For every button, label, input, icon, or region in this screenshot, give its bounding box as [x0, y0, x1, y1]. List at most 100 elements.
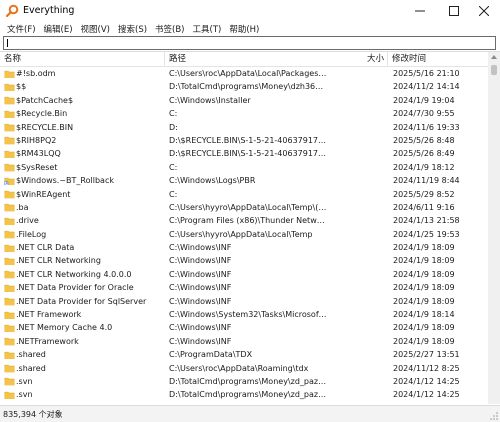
file-name: $RM43LQQ	[16, 149, 61, 159]
result-row[interactable]: .drive C:\Program Files (x86)\Thunder Net…	[0, 214, 488, 227]
file-name: .svn	[16, 390, 33, 400]
title-bar[interactable]: Everything	[0, 0, 500, 22]
result-row[interactable]: .NET CLR Networking 4.0.0.0 C:\Windows\IN…	[0, 268, 488, 281]
search-input[interactable]	[3, 36, 496, 50]
result-row[interactable]: $RIH8PQ2 D:\$RECYCLE.BIN\S-1-5-21-4063791…	[0, 134, 488, 147]
file-path: C:	[169, 189, 178, 199]
file-size	[330, 147, 385, 160]
vertical-scrollbar[interactable]	[488, 52, 500, 404]
result-row[interactable]: .NETFramework C:\Windows\INF 2024/1/9 18:0…	[0, 335, 488, 348]
result-row[interactable]: $$ D:\TotalCmd\programs\Money\dzh365\... 2…	[0, 80, 488, 93]
file-path: C:\Windows\INF	[169, 243, 232, 253]
file-name: .NET CLR Networking 4.0.0.0	[16, 269, 132, 279]
modified-date: 2024/11/2 14:14	[393, 82, 460, 92]
folder-icon	[4, 150, 15, 159]
file-name: .NET CLR Data	[16, 243, 75, 253]
folder-icon	[4, 83, 15, 92]
modified-date: 2024/7/30 9:55	[393, 109, 455, 119]
file-path: D:\TotalCmd\programs\Money\zd_pazq_...	[169, 376, 327, 386]
file-size	[330, 241, 385, 254]
file-size	[330, 174, 385, 187]
result-row[interactable]: $RECYCLE.BIN D: 2024/11/6 19:33	[0, 121, 488, 134]
column-header-name[interactable]: 名称	[0, 52, 165, 67]
menu-search[interactable]: 搜索(S)	[114, 23, 151, 35]
result-row[interactable]: .shared C:\Users\roc\AppData\Roaming\tdx 2…	[0, 362, 488, 375]
shortcut-folder-icon	[4, 177, 15, 185]
file-name: $WinREAgent	[16, 189, 71, 199]
minimize-icon	[415, 10, 425, 12]
scroll-up-arrow-icon[interactable]	[491, 55, 497, 59]
file-path: C:\Windows\Logs\PBR	[169, 176, 256, 186]
file-size	[330, 281, 385, 294]
folder-icon	[4, 204, 15, 212]
file-path: C:\Users\hyyro\AppData\Local\Temp	[169, 229, 313, 239]
result-row[interactable]: .shared C:\ProgramData\TDX 2025/2/27 13:51	[0, 348, 488, 361]
folder-icon	[4, 217, 15, 226]
modified-date: 2024/1/9 18:14	[393, 310, 455, 320]
window-title: Everything	[23, 5, 75, 16]
file-name: .NET Framework	[16, 310, 82, 320]
file-size	[330, 161, 385, 174]
menu-edit[interactable]: 编辑(E)	[40, 23, 77, 35]
folder-icon	[4, 391, 15, 400]
menu-file[interactable]: 文件(F)	[3, 23, 40, 35]
resize-grip-icon[interactable]	[490, 412, 498, 420]
file-size	[330, 348, 385, 361]
result-row[interactable]: .NET CLR Networking C:\Windows\INF 2024/1/…	[0, 254, 488, 267]
result-row[interactable]: #!sb.odm C:\Users\roc\AppData\Local\Packa…	[0, 67, 488, 80]
file-path: C:	[169, 109, 178, 119]
modified-date: 2025/5/26 8:49	[393, 149, 455, 159]
menu-help[interactable]: 帮助(H)	[225, 23, 263, 35]
result-row[interactable]: .NET Data Provider for Oracle C:\Windows\…	[0, 281, 488, 294]
close-button[interactable]	[468, 0, 500, 22]
file-name: .ba	[16, 202, 29, 212]
folder-icon	[4, 311, 15, 319]
column-header-row: 名称 路径 大小 修改时间	[0, 52, 488, 67]
result-row[interactable]: .NET Framework C:\Windows\System32\Tasks\…	[0, 308, 488, 321]
file-name: .svn	[16, 402, 164, 405]
file-name: .shared	[16, 363, 46, 373]
result-row[interactable]: $Recycle.Bin C: 2024/7/30 9:55	[0, 107, 488, 120]
file-path: C:\Windows\INF	[169, 336, 232, 346]
text-caret	[7, 39, 8, 47]
file-name: #!sb.odm	[16, 69, 56, 78]
result-row[interactable]: .svn D:\TotalCmd\programs\Money\zd_pazq_.…	[0, 402, 488, 405]
file-size	[330, 228, 385, 241]
file-path: C:\Windows\INF	[169, 296, 232, 306]
file-name: .NET CLR Networking	[16, 256, 101, 266]
results-list[interactable]: 名称 路径 大小 修改时间 #!sb.odm C:\Users\roc\AppDa…	[0, 51, 500, 404]
result-row[interactable]: $PatchCache$ C:\Windows\Installer 2024/1/9…	[0, 94, 488, 107]
result-row[interactable]: .FileLog C:\Users\hyyro\AppData\Local\Tem…	[0, 228, 488, 241]
file-name: .NET Memory Cache 4.0	[16, 323, 113, 333]
menu-view[interactable]: 视图(V)	[77, 23, 114, 35]
result-row[interactable]: .NET Memory Cache 4.0 C:\Windows\INF 2024/…	[0, 321, 488, 334]
column-header-size[interactable]: 大小	[328, 52, 388, 67]
file-path: D:\$RECYCLE.BIN\S-1-5-21-4063791705-...	[169, 149, 327, 159]
file-size	[330, 121, 385, 134]
result-row[interactable]: .ba C:\Users\hyyro\AppData\Local\Temp\(24…	[0, 201, 488, 214]
modified-date: 2024/1/9 18:09	[393, 256, 455, 266]
column-header-path[interactable]: 路径	[165, 52, 328, 67]
file-path: D:\TotalCmd\programs\Money\zd_pazq_...	[169, 402, 327, 405]
menu-bookmarks[interactable]: 书签(B)	[151, 23, 188, 35]
file-size	[330, 362, 385, 375]
maximize-button[interactable]	[438, 0, 470, 22]
result-row[interactable]: $SysReset C: 2024/1/9 18:12	[0, 161, 488, 174]
result-row[interactable]: .NET CLR Data C:\Windows\INF 2024/1/9 18:0…	[0, 241, 488, 254]
scrollbar-thumb[interactable]	[491, 65, 497, 75]
result-row[interactable]: $WinREAgent C: 2025/5/29 8:52	[0, 188, 488, 201]
folder-icon	[4, 70, 15, 78]
result-row[interactable]: .svn D:\TotalCmd\programs\Money\zd_pazq_.…	[0, 375, 488, 388]
folder-icon	[4, 190, 15, 199]
result-row[interactable]: .NET Data Provider for SqlServer C:\Windo…	[0, 295, 488, 308]
file-size	[330, 308, 385, 321]
result-row[interactable]: $Windows.~BT_Rollback C:\Windows\Logs\PBR…	[0, 174, 488, 187]
modified-date: 2025/5/16 21:10	[393, 69, 460, 78]
result-row[interactable]: .svn D:\TotalCmd\programs\Money\zd_pazq_.…	[0, 388, 488, 401]
minimize-button[interactable]	[404, 0, 436, 22]
modified-date: 2024/1/9 18:09	[393, 243, 455, 253]
menu-tools[interactable]: 工具(T)	[189, 23, 226, 35]
modified-date: 2024/1/13 21:58	[393, 216, 460, 226]
column-header-date[interactable]: 修改时间	[388, 52, 488, 67]
result-row[interactable]: $RM43LQQ D:\$RECYCLE.BIN\S-1-5-21-4063791…	[0, 147, 488, 160]
